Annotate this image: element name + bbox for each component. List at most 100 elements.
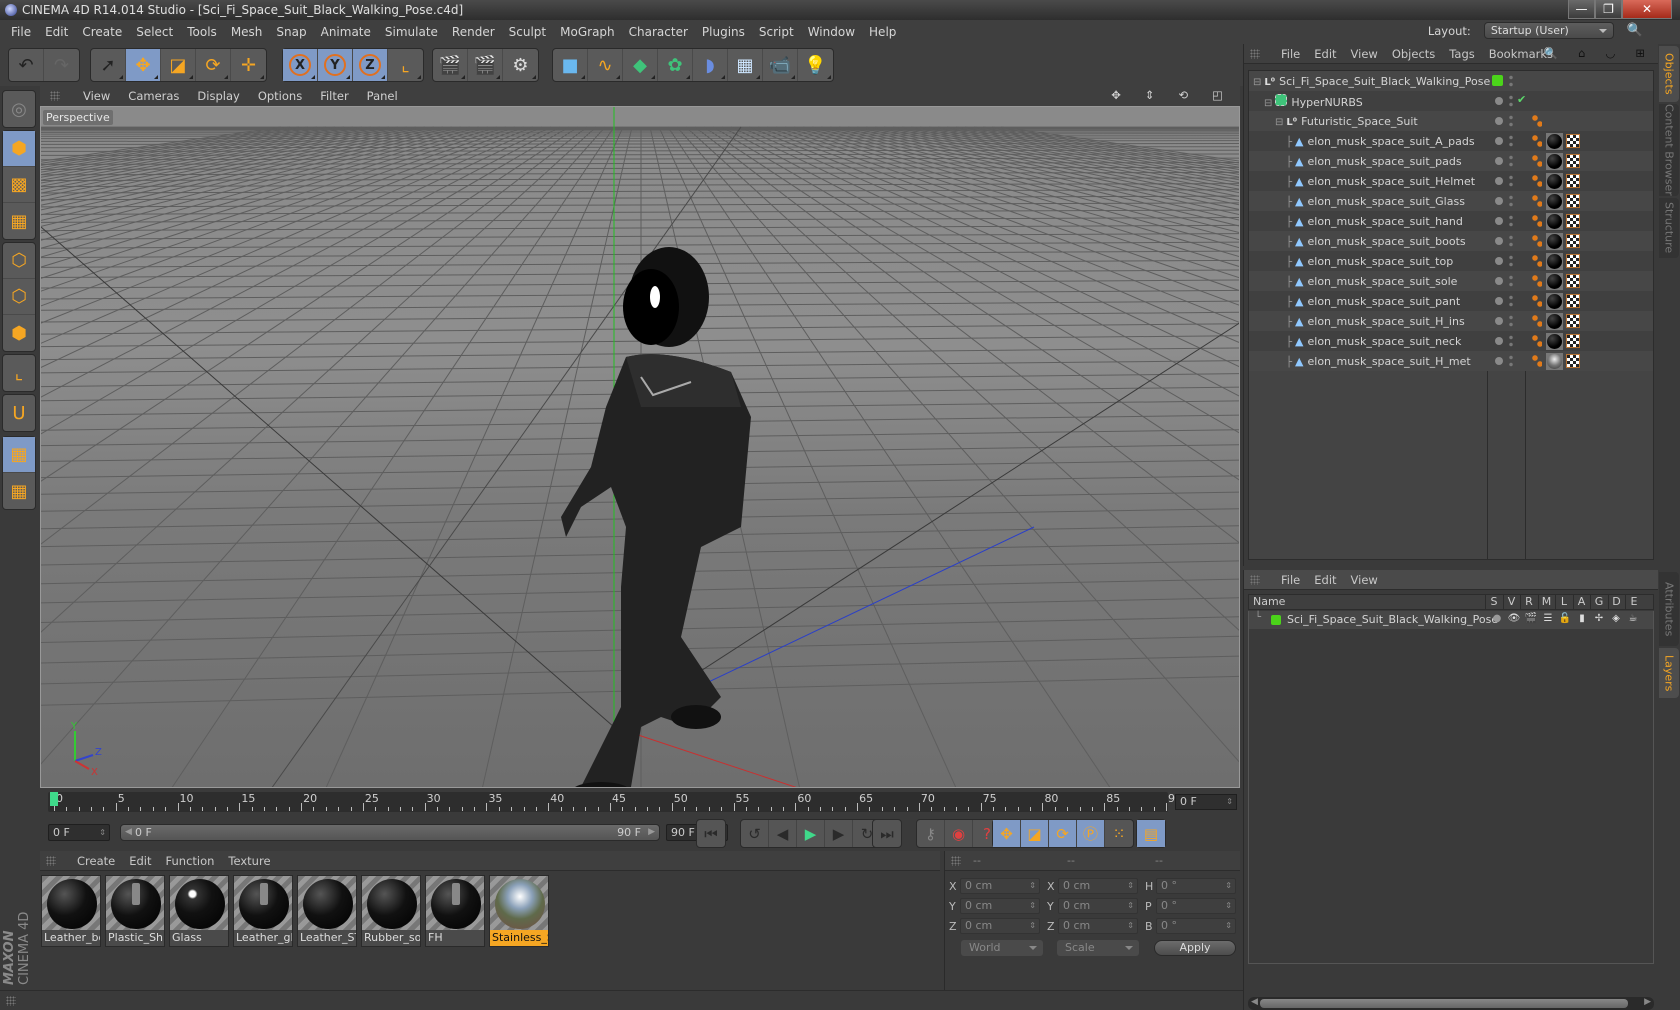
- position-field[interactable]: 0 cm: [960, 878, 1040, 894]
- viewport-menu-cameras[interactable]: Cameras: [119, 89, 188, 103]
- collapse-icon[interactable]: ⊟: [1253, 77, 1261, 88]
- expressions-icon[interactable]: ☕: [1625, 613, 1641, 624]
- column-v[interactable]: V: [1502, 595, 1520, 609]
- material-tag-icon[interactable]: [1546, 173, 1563, 190]
- phong-tag-icon[interactable]: [1532, 334, 1542, 348]
- workplane-mode-button[interactable]: ▦: [3, 203, 35, 239]
- key-parameter-button[interactable]: Ⓟ: [1077, 820, 1105, 847]
- editor-render-visibility-icon[interactable]: [1509, 194, 1513, 208]
- material-name[interactable]: Plastic_Shir: [106, 930, 164, 946]
- generators-icon[interactable]: ✢: [1591, 613, 1607, 624]
- phong-tag-icon[interactable]: [1532, 174, 1542, 188]
- object-name[interactable]: elon_musk_space_suit_pads: [1308, 155, 1462, 168]
- spline-pen-button[interactable]: ∿: [588, 49, 623, 81]
- uvw-tag-icon[interactable]: [1566, 134, 1580, 148]
- material-tag-icon[interactable]: [1546, 313, 1563, 330]
- uvw-tag-icon[interactable]: [1566, 294, 1580, 308]
- home-icon[interactable]: ⌂: [1571, 46, 1592, 60]
- menu-plugins[interactable]: Plugins: [695, 25, 752, 39]
- size-field[interactable]: 0 cm: [1058, 878, 1138, 894]
- viewport-menu-options[interactable]: Options: [249, 89, 311, 103]
- points-mode-button[interactable]: ⬡: [3, 243, 35, 279]
- object-name[interactable]: elon_musk_space_suit_hand: [1308, 215, 1463, 228]
- scale-button[interactable]: ◪: [161, 49, 196, 81]
- column-d[interactable]: D: [1607, 595, 1625, 609]
- uvw-tag-icon[interactable]: [1566, 334, 1580, 348]
- rotate-button[interactable]: ⟳: [196, 49, 231, 81]
- object-name[interactable]: elon_musk_space_suit_neck: [1308, 335, 1462, 348]
- material-name[interactable]: Rubber_so: [362, 930, 420, 946]
- last-tool-button[interactable]: ✛: [231, 49, 266, 81]
- material-swatch[interactable]: Leather_ST_: [297, 875, 357, 947]
- z-axis-button[interactable]: Z: [353, 49, 388, 81]
- render-icon[interactable]: 🎬: [1523, 613, 1539, 624]
- visibility-dot-icon[interactable]: [1495, 217, 1503, 225]
- phong-tag-icon[interactable]: [1532, 114, 1542, 128]
- prev-key-button[interactable]: ↺: [741, 820, 769, 847]
- visibility-dot-icon[interactable]: [1495, 317, 1503, 325]
- visibility-dot-icon[interactable]: [1495, 337, 1503, 345]
- editor-render-visibility-icon[interactable]: [1509, 234, 1513, 248]
- material-swatch[interactable]: Glass: [169, 875, 229, 947]
- panel-grip[interactable]: [951, 855, 961, 866]
- maximize-view-icon[interactable]: ◰: [1203, 88, 1232, 102]
- timeline-window-button[interactable]: ▤: [1137, 820, 1165, 847]
- material-menu-function[interactable]: Function: [159, 854, 222, 868]
- layer-menu-view[interactable]: View: [1344, 573, 1385, 587]
- column-l[interactable]: L: [1555, 595, 1572, 609]
- object-name[interactable]: Futuristic_Space_Suit: [1301, 115, 1418, 128]
- menu-window[interactable]: Window: [801, 25, 862, 39]
- object-name[interactable]: elon_musk_space_suit_Helmet: [1308, 175, 1476, 188]
- rotation-field[interactable]: 0 °: [1156, 918, 1236, 934]
- object-name[interactable]: elon_musk_space_suit_H_ins: [1308, 315, 1465, 328]
- object-name[interactable]: Sci_Fi_Space_Suit_Black_Walking_Pose: [1279, 75, 1490, 88]
- manager-icon[interactable]: ☰: [1540, 613, 1556, 624]
- phong-tag-icon[interactable]: [1532, 194, 1542, 208]
- editor-render-visibility-icon[interactable]: [1509, 294, 1513, 308]
- redo-button[interactable]: ↷: [44, 49, 79, 81]
- render-view-button[interactable]: 🎬: [433, 49, 468, 81]
- editor-render-visibility-icon[interactable]: [1509, 314, 1513, 328]
- uvw-tag-icon[interactable]: [1566, 234, 1580, 248]
- editor-render-visibility-icon[interactable]: [1509, 154, 1513, 168]
- play-button[interactable]: ▶: [797, 820, 825, 847]
- camera-button[interactable]: 📹: [763, 49, 798, 81]
- visibility-dot-icon[interactable]: [1495, 357, 1503, 365]
- material-name[interactable]: Leather_gl_: [234, 930, 292, 946]
- column-g[interactable]: G: [1590, 595, 1607, 609]
- material-name[interactable]: Leather_bo: [42, 930, 100, 946]
- uvw-tag-icon[interactable]: [1566, 254, 1580, 268]
- texture-mode-button[interactable]: ▩: [3, 167, 35, 203]
- object-row[interactable]: ├ ▲ elon_musk_space_suit_H_ins: [1249, 311, 1653, 331]
- scrollbar-thumb[interactable]: [1260, 999, 1628, 1008]
- key-position-button[interactable]: ✥: [993, 820, 1021, 847]
- viewport-menu-panel[interactable]: Panel: [358, 89, 407, 103]
- new-window-icon[interactable]: ⊞: [1628, 46, 1652, 60]
- size-field[interactable]: 0 cm: [1058, 918, 1138, 934]
- object-menu-view[interactable]: View: [1344, 47, 1385, 61]
- material-tag-icon[interactable]: [1546, 253, 1563, 270]
- menu-select[interactable]: Select: [129, 25, 180, 39]
- object-name[interactable]: elon_musk_space_suit_Glass: [1308, 195, 1465, 208]
- size-field[interactable]: 0 cm: [1058, 898, 1138, 914]
- uvw-tag-icon[interactable]: [1566, 194, 1580, 208]
- rotate-view-icon[interactable]: ⟲: [1169, 88, 1197, 102]
- menu-mograph[interactable]: MoGraph: [553, 25, 622, 39]
- menu-script[interactable]: Script: [752, 25, 801, 39]
- scroll-right-icon[interactable]: ▶: [1644, 997, 1651, 1007]
- column-s[interactable]: S: [1485, 595, 1502, 609]
- coordinate-mode-dropdown[interactable]: World: [961, 940, 1043, 956]
- edges-mode-button[interactable]: ⬡: [3, 279, 35, 315]
- material-swatch[interactable]: Rubber_so: [361, 875, 421, 947]
- object-row[interactable]: ├ ▲ elon_musk_space_suit_Glass: [1249, 191, 1653, 211]
- object-menu-file[interactable]: File: [1274, 47, 1307, 61]
- visibility-dot-icon[interactable]: [1495, 137, 1503, 145]
- object-name[interactable]: elon_musk_space_suit_sole: [1308, 275, 1458, 288]
- y-axis-button[interactable]: Y: [318, 49, 353, 81]
- material-name[interactable]: Stainless_S: [490, 930, 548, 946]
- phong-tag-icon[interactable]: [1532, 154, 1542, 168]
- start-frame-field[interactable]: 0 F ⇕: [48, 824, 110, 841]
- object-row[interactable]: ├ ▲ elon_musk_space_suit_sole: [1249, 271, 1653, 291]
- visibility-dot-icon[interactable]: [1495, 197, 1503, 205]
- object-menu-objects[interactable]: Objects: [1385, 47, 1442, 61]
